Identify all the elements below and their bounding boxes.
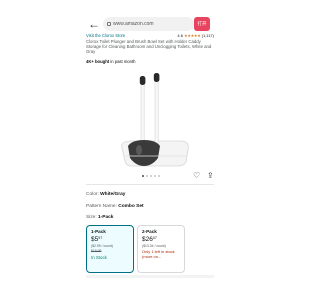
size-value: 1-Pack <box>98 215 114 220</box>
stock-status: In Stock <box>91 255 107 260</box>
image-carousel-dots[interactable] <box>142 174 162 178</box>
bought-count: 4K+ bought <box>86 59 110 64</box>
carousel-dot[interactable] <box>149 175 152 177</box>
lock-icon <box>107 21 111 26</box>
size-label: Size: <box>86 215 98 220</box>
color-value: White/Gray <box>100 192 126 197</box>
browser-top-bar: ← www.amazon.com 打开 <box>0 0 300 32</box>
product-image[interactable] <box>86 70 214 174</box>
address-bar[interactable]: www.amazon.com <box>103 17 194 31</box>
star-rating-icon: ★★★★★ <box>184 33 201 38</box>
store-link[interactable]: Visit the Clorox Store <box>86 33 125 38</box>
plunger-handle <box>140 82 145 146</box>
size-option-unit-price: ($2.99 / count) <box>91 244 113 248</box>
rating-value: 4.6 <box>177 33 183 38</box>
carousel-dot[interactable] <box>142 175 144 177</box>
back-arrow-icon[interactable]: ← <box>88 17 100 31</box>
size-selection: Size: 1-Pack <box>86 215 113 220</box>
bought-period: in past month <box>109 59 136 64</box>
size-option-1-pack[interactable]: 1-Pack $597 ($2.99 / count) $19.99 In St… <box>86 225 134 273</box>
carousel-dot[interactable] <box>145 175 148 177</box>
size-option-name: 1-Pack <box>91 229 106 234</box>
size-option-2-pack[interactable]: 2-Pack $2607 ($13.04 / count) Only 1 lef… <box>137 225 185 273</box>
brush-handle <box>154 78 159 146</box>
price-whole: $26 <box>142 236 153 243</box>
rating-summary[interactable]: 4.6 ★★★★★ (1,117) <box>177 33 214 38</box>
bottom-divider <box>86 275 214 278</box>
heart-icon[interactable]: ♡ <box>193 171 200 180</box>
product-title: Clorox Toilet Plunger and Brush Bowl Set… <box>86 39 212 55</box>
url-text: www.amazon.com <box>113 21 154 27</box>
pattern-label: Pattern Name: <box>86 204 119 209</box>
carousel-dot[interactable] <box>157 175 160 177</box>
brush-grip <box>153 73 160 82</box>
share-icon[interactable]: ⇪ <box>207 171 214 180</box>
pattern-value: Combo Set <box>118 204 144 209</box>
rating-count: (1,117) <box>201 33 214 38</box>
size-option-price: $2607 <box>142 236 157 243</box>
pattern-selection: Pattern Name: Combo Set <box>86 204 144 209</box>
size-option-name: 2-Pack <box>142 229 157 234</box>
price-fraction: 97 <box>98 236 103 240</box>
carousel-dot[interactable] <box>153 175 156 177</box>
plunger-grip <box>139 76 146 85</box>
stock-status: Only 1 left in stock (more on... <box>142 249 175 259</box>
size-option-list-price: $19.99 <box>91 249 102 253</box>
size-option-price: $597 <box>91 236 102 243</box>
purchase-count: 4K+ bought in past month <box>86 59 135 64</box>
open-app-button[interactable]: 打开 <box>194 17 210 31</box>
price-fraction: 07 <box>152 236 157 240</box>
color-selection: Color: White/Gray <box>86 192 125 197</box>
size-option-unit-price: ($13.04 / count) <box>142 244 166 248</box>
divider <box>86 184 214 185</box>
color-label: Color: <box>86 192 101 197</box>
plunger-cup-shine <box>136 145 142 155</box>
